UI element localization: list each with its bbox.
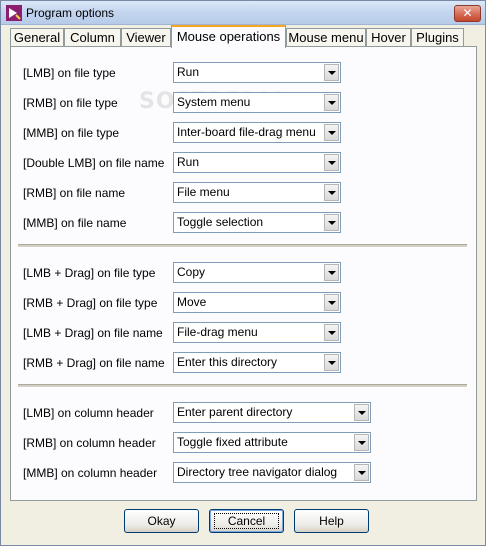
rmb-file-name-value: File menu	[177, 185, 230, 199]
rmb-file-name-select[interactable]: File menu	[173, 182, 341, 203]
mmb-file-type-label: [MMB] on file type	[23, 126, 120, 140]
lmb-file-type-select[interactable]: Run	[173, 62, 341, 83]
rmb-drag-file-name-value: Enter this directory	[177, 355, 278, 369]
chevron-down-icon[interactable]	[324, 294, 339, 311]
rmb-drag-file-name-label: [RMB + Drag] on file name	[23, 356, 165, 370]
mmb-file-name-value: Toggle selection	[177, 215, 264, 229]
tab-viewer[interactable]: Viewer	[121, 28, 171, 47]
okay-button[interactable]: Okay	[124, 509, 199, 533]
lmb-drag-file-type-label: [LMB + Drag] on file type	[23, 266, 156, 280]
lmb-file-type-label: [LMB] on file type	[23, 66, 116, 80]
lmb-drag-file-name-select[interactable]: File-drag menu	[173, 322, 341, 343]
chevron-down-icon[interactable]	[324, 214, 339, 231]
rmb-drag-file-name-select[interactable]: Enter this directory	[173, 352, 341, 373]
chevron-down-icon[interactable]	[324, 154, 339, 171]
lmb-drag-file-name-value: File-drag menu	[177, 325, 258, 339]
double-lmb-file-name-select[interactable]: Run	[173, 152, 341, 173]
tab-plugins[interactable]: Plugins	[411, 28, 464, 47]
lmb-drag-file-type-select[interactable]: Copy	[173, 262, 341, 283]
chevron-down-icon[interactable]	[324, 64, 339, 81]
help-button[interactable]: Help	[294, 509, 369, 533]
tab-mouse-menu[interactable]: Mouse menu	[286, 28, 366, 47]
chevron-down-icon[interactable]	[324, 124, 339, 141]
chevron-down-icon[interactable]	[324, 264, 339, 281]
rmb-file-type-value: System menu	[177, 95, 251, 109]
lmb-column-header-label: [LMB] on column header	[23, 406, 154, 420]
tab-general[interactable]: General	[10, 28, 64, 47]
mmb-column-header-select[interactable]: Directory tree navigator dialog	[173, 462, 371, 483]
rmb-drag-file-type-select[interactable]: Move	[173, 292, 341, 313]
okay-button-label: Okay	[147, 514, 176, 528]
chevron-down-icon[interactable]	[354, 434, 369, 451]
tab-hover[interactable]: Hover	[366, 28, 411, 47]
chevron-down-icon[interactable]	[324, 94, 339, 111]
rmb-file-type-label: [RMB] on file type	[23, 96, 118, 110]
chevron-down-icon[interactable]	[354, 464, 369, 481]
mmb-column-header-value: Directory tree navigator dialog	[177, 465, 338, 479]
mmb-file-name-label: [MMB] on file name	[23, 216, 127, 230]
tab-mouse-operations[interactable]: Mouse operations	[171, 25, 286, 48]
chevron-down-icon[interactable]	[354, 404, 369, 421]
rmb-drag-file-type-label: [RMB + Drag] on file type	[23, 296, 158, 310]
mmb-column-header-label: [MMB] on column header	[23, 466, 158, 480]
separator	[18, 384, 467, 388]
close-icon: ✕	[462, 6, 473, 20]
double-lmb-file-name-value: Run	[177, 155, 200, 169]
rmb-file-name-label: [RMB] on file name	[23, 186, 126, 200]
double-lmb-file-name-label: [Double LMB] on file name	[23, 156, 165, 170]
lmb-drag-file-type-value: Copy	[177, 265, 206, 279]
tab-column[interactable]: Column	[64, 28, 121, 47]
mmb-file-type-value: Inter-board file-drag menu	[177, 125, 316, 139]
title-bar[interactable]: Program options ✕	[1, 1, 485, 25]
cancel-button-label: Cancel	[227, 514, 266, 528]
separator	[18, 244, 467, 248]
lmb-drag-file-name-label: [LMB + Drag] on file name	[23, 326, 163, 340]
rmb-file-type-select[interactable]: System menu	[173, 92, 341, 113]
rmb-drag-file-type-value: Move	[177, 295, 207, 309]
rmb-column-header-select[interactable]: Toggle fixed attribute	[173, 432, 371, 453]
mmb-file-type-select[interactable]: Inter-board file-drag menu	[173, 122, 341, 143]
help-button-label: Help	[319, 514, 344, 528]
window-title: Program options	[26, 6, 115, 20]
lmb-file-type-value: Run	[177, 65, 200, 79]
chevron-down-icon[interactable]	[324, 184, 339, 201]
app-icon	[6, 5, 22, 21]
program-options-window: Program options ✕ General Column Viewer …	[0, 0, 486, 546]
close-button[interactable]: ✕	[454, 5, 481, 22]
chevron-down-icon[interactable]	[324, 354, 339, 371]
rmb-column-header-label: [RMB] on column header	[23, 436, 156, 450]
lmb-column-header-select[interactable]: Enter parent directory	[173, 402, 371, 423]
rmb-column-header-value: Toggle fixed attribute	[177, 435, 288, 449]
lmb-column-header-value: Enter parent directory	[177, 405, 293, 419]
mmb-file-name-select[interactable]: Toggle selection	[173, 212, 341, 233]
cancel-button[interactable]: Cancel	[209, 509, 284, 533]
chevron-down-icon[interactable]	[324, 324, 339, 341]
